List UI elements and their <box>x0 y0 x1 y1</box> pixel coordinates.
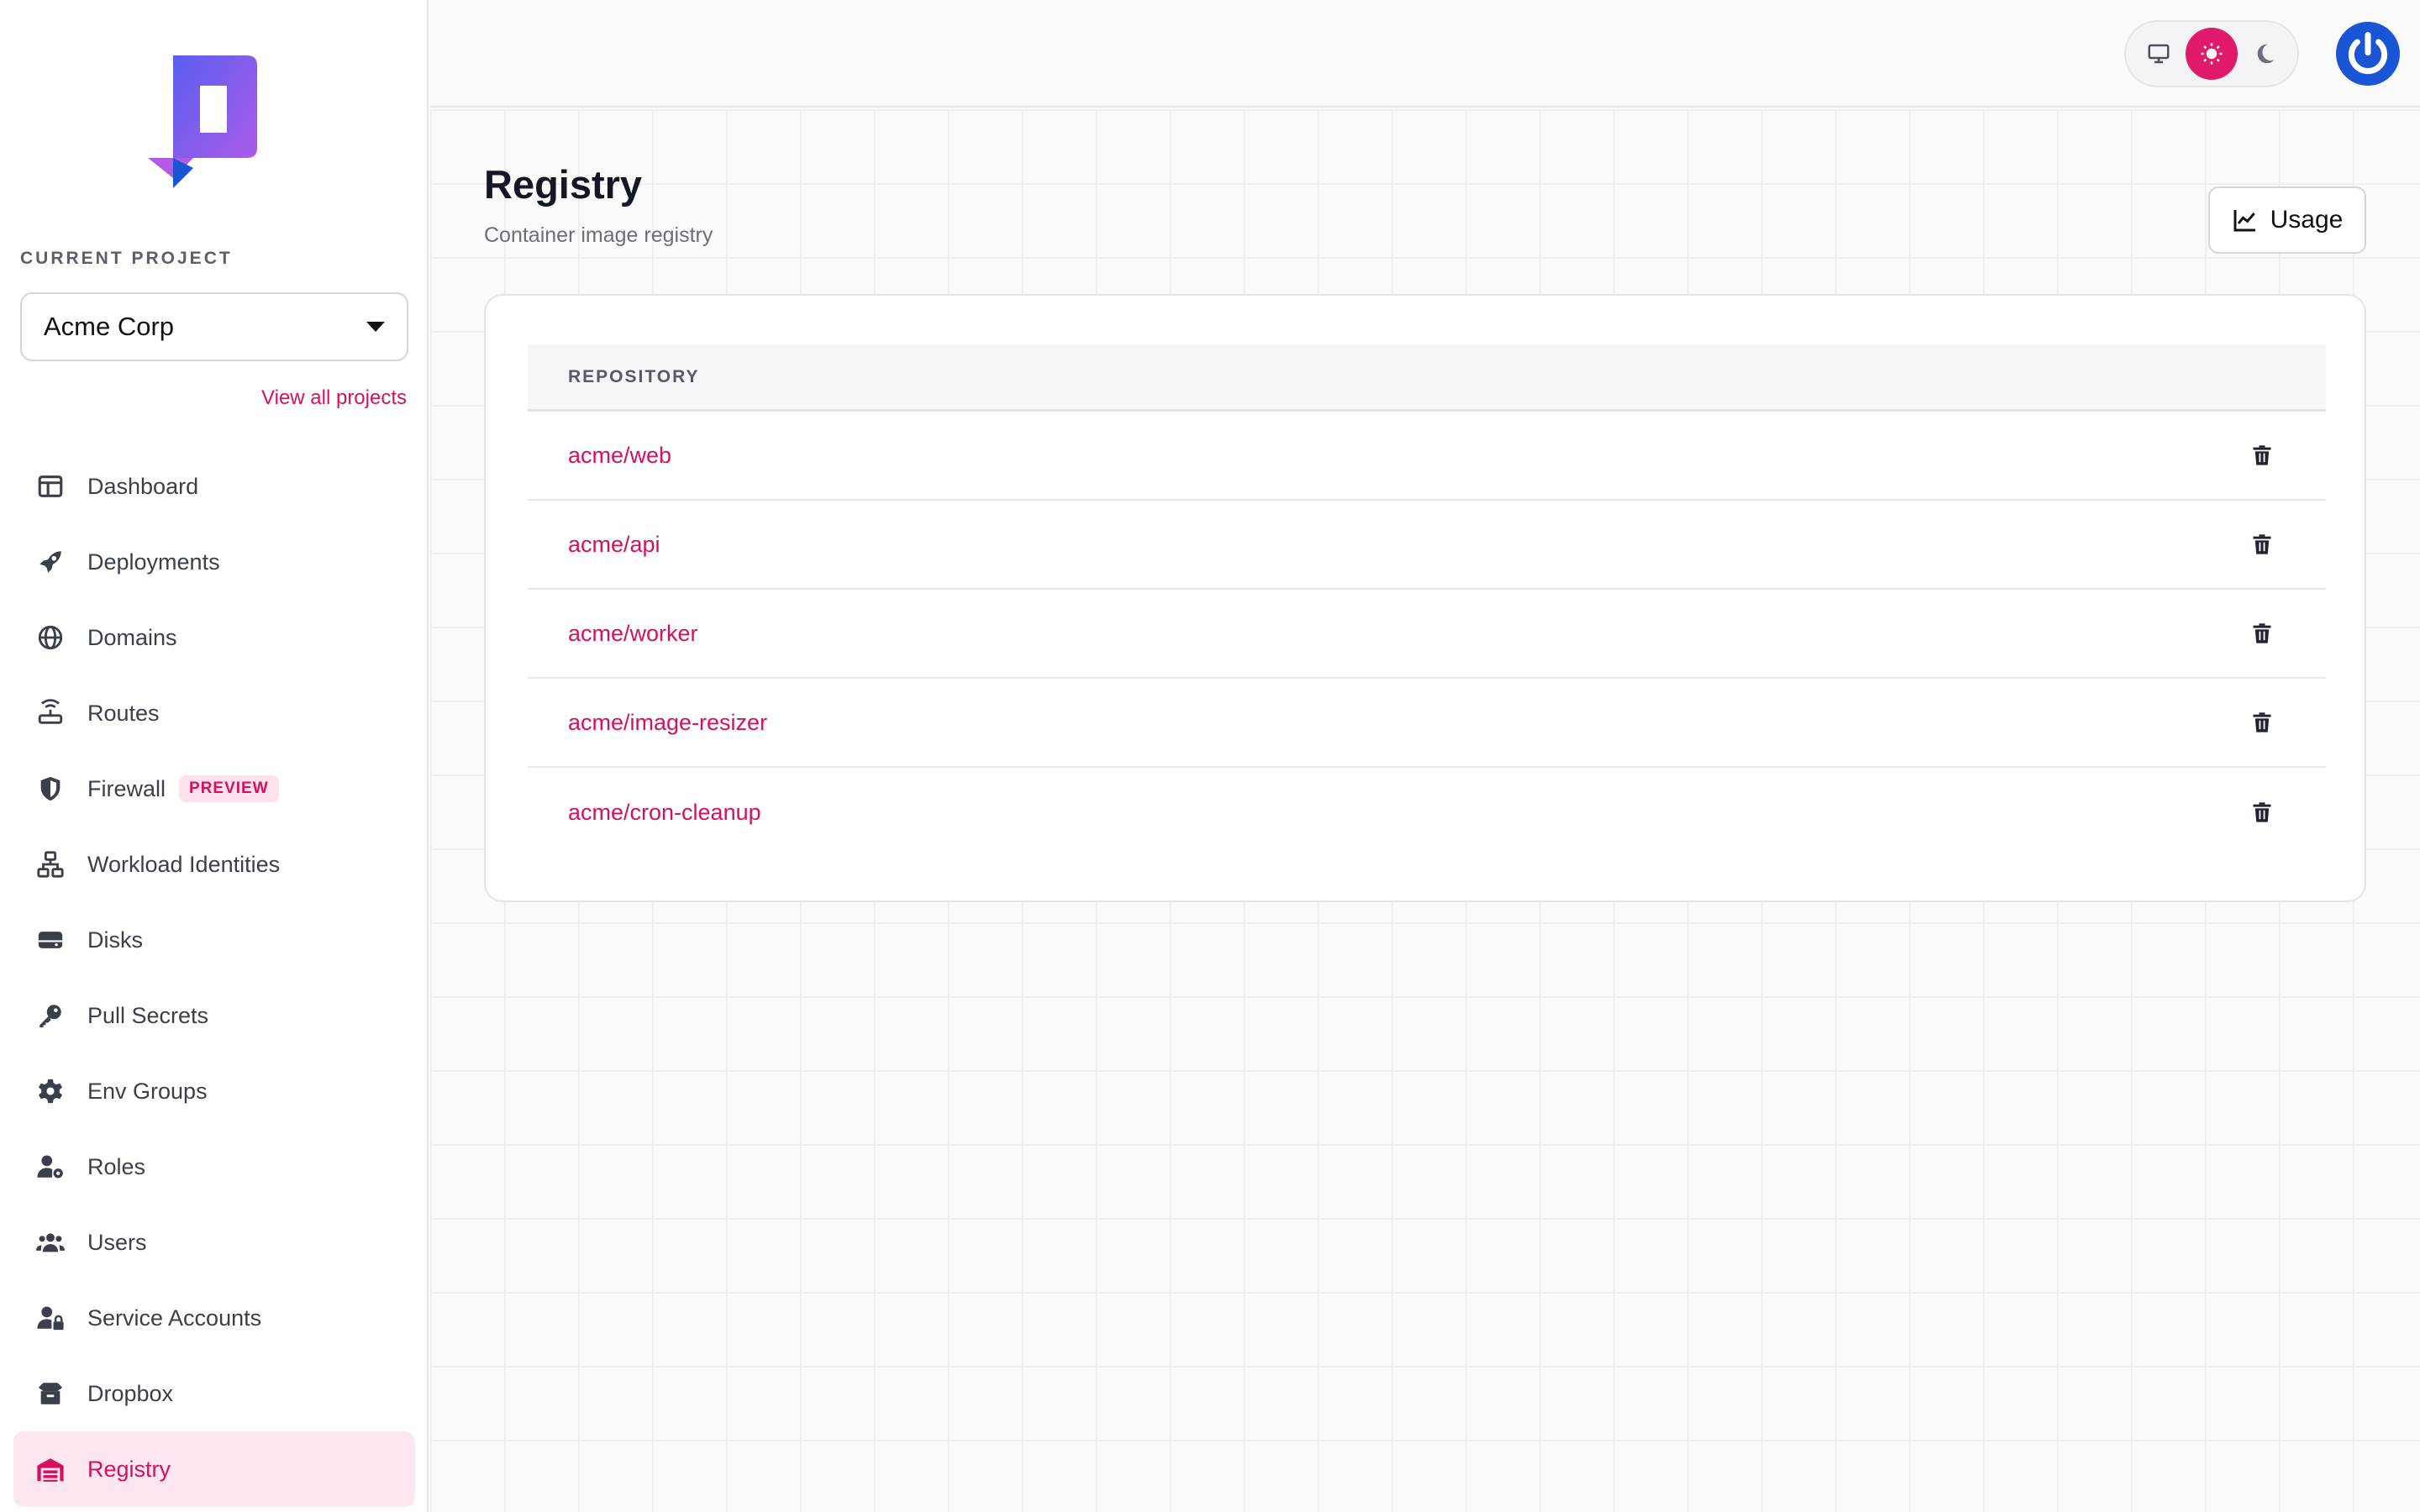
user-gear-icon <box>35 1152 66 1182</box>
sidebar-item-label: Firewall <box>87 775 166 801</box>
sidebar-item-roles[interactable]: Roles <box>13 1129 415 1205</box>
table-row: acme/image-resizer <box>528 679 2326 768</box>
column-header-repository: REPOSITORY <box>568 366 700 386</box>
sidebar-item-firewall[interactable]: Firewall PREVIEW <box>13 751 415 827</box>
sidebar-item-pull-secrets[interactable]: Pull Secrets <box>13 978 415 1053</box>
trash-icon[interactable] <box>2250 622 2274 645</box>
sidebar-item-disks[interactable]: Disks <box>13 902 415 978</box>
sidebar-item-dropbox[interactable]: Dropbox <box>13 1356 415 1431</box>
trash-icon[interactable] <box>2250 711 2274 734</box>
theme-light-button[interactable] <box>2185 28 2238 80</box>
box-icon <box>35 1378 66 1409</box>
sidebar-item-label: Dropbox <box>87 1380 174 1406</box>
repository-link[interactable]: acme/web <box>568 443 671 469</box>
trash-icon[interactable] <box>2250 801 2274 824</box>
sidebar-item-domains[interactable]: Domains <box>13 600 415 675</box>
table-header: REPOSITORY <box>528 344 2326 412</box>
power-icon <box>2348 32 2388 75</box>
table-row: acme/api <box>528 501 2326 590</box>
repository-link[interactable]: acme/api <box>568 532 660 558</box>
users-icon <box>35 1227 66 1257</box>
monitor-icon <box>2148 44 2170 64</box>
user-avatar[interactable] <box>2336 22 2400 86</box>
sidebar-item-workload-identities[interactable]: Workload Identities <box>13 827 415 902</box>
table-row: acme/web <box>528 412 2326 501</box>
table-body: acme/web acme/api acme/worker acme/image… <box>528 412 2326 857</box>
sidebar-item-label: Users <box>87 1229 147 1255</box>
sidebar-item-label: Domains <box>87 624 177 650</box>
usage-button[interactable]: Usage <box>2208 186 2366 254</box>
user-lock-icon <box>35 1303 66 1333</box>
sidebar-item-dashboard[interactable]: Dashboard <box>13 449 415 524</box>
sidebar-item-label: Service Accounts <box>87 1305 262 1331</box>
repository-link[interactable]: acme/cron-cleanup <box>568 800 761 826</box>
sun-icon <box>2201 43 2223 65</box>
sidebar-item-service-accounts[interactable]: Service Accounts <box>13 1280 415 1356</box>
preview-badge: PREVIEW <box>179 775 279 802</box>
rocket-icon <box>35 547 66 577</box>
repository-link[interactable]: acme/worker <box>568 621 698 647</box>
topbar <box>430 0 2420 108</box>
theme-system-button[interactable] <box>2133 28 2185 80</box>
chart-line-icon <box>2233 210 2255 232</box>
theme-toggle <box>2124 20 2299 87</box>
page-title: Registry <box>484 162 643 207</box>
sidebar-item-label: Registry <box>87 1456 171 1482</box>
view-all-projects-link[interactable]: View all projects <box>261 386 407 410</box>
shield-icon <box>35 774 66 804</box>
sidebar-item-label: Disks <box>87 927 143 953</box>
sidebar-item-label: Routes <box>87 700 160 726</box>
network-icon <box>35 849 66 879</box>
disk-icon <box>35 925 66 955</box>
sidebar: CURRENT PROJECT Acme Corp View all proje… <box>0 0 429 1512</box>
trash-icon[interactable] <box>2250 444 2274 467</box>
project-select-value: Acme Corp <box>44 312 175 341</box>
app-logo[interactable] <box>148 55 257 188</box>
globe-icon <box>35 622 66 653</box>
dashboard-icon <box>35 471 66 501</box>
current-project-label: CURRENT PROJECT <box>20 249 233 268</box>
sidebar-item-deployments[interactable]: Deployments <box>13 524 415 600</box>
warehouse-icon <box>35 1454 66 1484</box>
sidebar-item-env-groups[interactable]: Env Groups <box>13 1053 415 1129</box>
moon-icon <box>2257 44 2274 64</box>
router-icon <box>35 698 66 728</box>
key-icon <box>35 1000 66 1031</box>
theme-dark-button[interactable] <box>2238 28 2291 80</box>
sidebar-item-label: Pull Secrets <box>87 1002 209 1028</box>
sidebar-item-label: Workload Identities <box>87 851 281 877</box>
page-subtitle: Container image registry <box>484 223 713 247</box>
sidebar-item-label: Dashboard <box>87 473 199 499</box>
trash-icon[interactable] <box>2250 533 2274 556</box>
table-row: acme/cron-cleanup <box>528 768 2326 857</box>
table-row: acme/worker <box>528 590 2326 679</box>
project-select[interactable]: Acme Corp <box>20 292 408 361</box>
usage-button-label: Usage <box>2270 206 2344 234</box>
sidebar-nav: Dashboard Deployments Domains Routes Fir… <box>13 449 415 1507</box>
sidebar-item-users[interactable]: Users <box>13 1205 415 1280</box>
sidebar-item-label: Env Groups <box>87 1078 208 1104</box>
gear-icon <box>35 1076 66 1106</box>
repository-link[interactable]: acme/image-resizer <box>568 710 767 736</box>
sidebar-item-routes[interactable]: Routes <box>13 675 415 751</box>
sidebar-item-label: Roles <box>87 1153 146 1179</box>
sidebar-item-label: Deployments <box>87 549 220 575</box>
sidebar-item-registry[interactable]: Registry <box>13 1431 415 1507</box>
registry-table-card: REPOSITORY acme/web acme/api acme/worker… <box>484 294 2366 902</box>
caret-down-icon <box>366 322 385 332</box>
